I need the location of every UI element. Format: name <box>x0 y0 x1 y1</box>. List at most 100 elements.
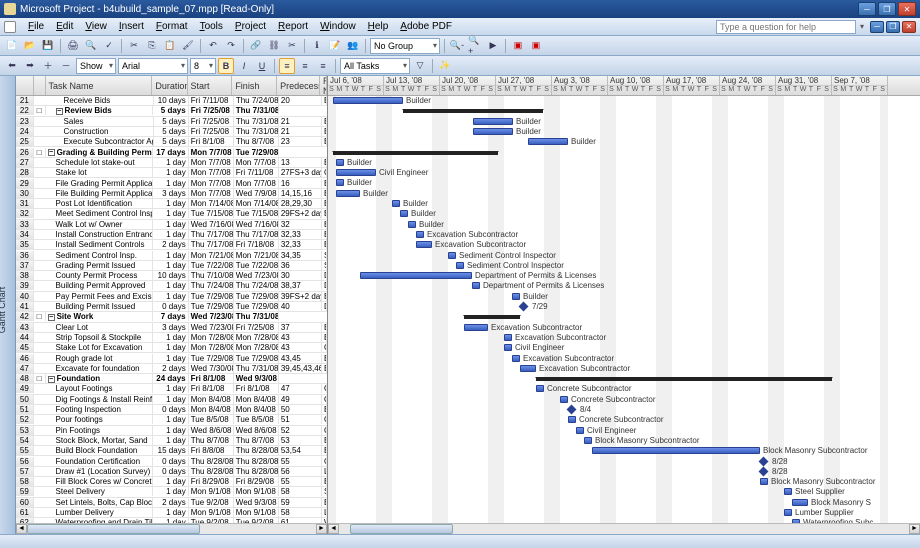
task-bar[interactable] <box>400 210 408 217</box>
summary-bar[interactable] <box>333 151 498 155</box>
menu-tools[interactable]: Tools <box>194 21 229 32</box>
task-bar[interactable] <box>512 293 520 300</box>
table-row[interactable]: 41Building Permit Issued0 daysTue 7/29/0… <box>16 302 327 312</box>
task-bar[interactable] <box>568 416 576 423</box>
pdf-icon[interactable]: ▣ <box>510 38 526 54</box>
col-id[interactable] <box>16 76 34 95</box>
task-bar[interactable] <box>784 488 792 495</box>
table-row[interactable]: 38County Permit Process10 daysThu 7/10/0… <box>16 271 327 281</box>
table-row[interactable]: 31Post Lot Identification1 dayMon 7/14/0… <box>16 199 327 209</box>
col-duration[interactable]: Duration <box>152 76 187 95</box>
task-bar[interactable] <box>472 282 480 289</box>
task-name-cell[interactable]: Footing Inspection <box>46 405 154 414</box>
format-painter-icon[interactable]: 🖌 <box>180 38 196 54</box>
task-bar[interactable] <box>448 252 456 259</box>
col-finish[interactable]: Finish <box>232 76 277 95</box>
table-row[interactable]: 45Stake Lot for Excavation1 dayMon 7/28/… <box>16 343 327 353</box>
table-row[interactable]: 39Building Permit Approved1 dayThu 7/24/… <box>16 281 327 291</box>
task-bar[interactable] <box>473 118 513 125</box>
table-row[interactable]: 50Dig Footings & Install Reinforcing1 da… <box>16 395 327 405</box>
notes-icon[interactable]: 📝 <box>327 38 343 54</box>
cut-icon[interactable]: ✂ <box>126 38 142 54</box>
task-name-cell[interactable]: Stock Block, Mortar, Sand <box>46 436 154 445</box>
task-name-cell[interactable]: Foundation Certification <box>46 457 154 466</box>
zoom-out-icon[interactable]: 🔍- <box>449 38 465 54</box>
preview-icon[interactable]: 🔍 <box>83 38 99 54</box>
gantt-body[interactable]: BuilderBuilderBuilderBuilderBuilderCivil… <box>328 96 920 534</box>
task-name-cell[interactable]: Sales <box>46 117 154 126</box>
task-bar[interactable] <box>336 179 344 186</box>
task-name-cell[interactable]: Clear Lot <box>46 323 154 332</box>
table-row[interactable]: 51Footing Inspection0 daysMon 8/4/08Mon … <box>16 405 327 415</box>
assign-icon[interactable]: 👥 <box>345 38 361 54</box>
table-row[interactable]: 53Pin Footings1 dayWed 8/6/08Wed 8/6/085… <box>16 426 327 436</box>
task-name-cell[interactable]: County Permit Process <box>46 271 154 280</box>
scroll-right-icon[interactable]: ► <box>909 524 920 534</box>
table-row[interactable]: 59Steel Delivery1 dayMon 9/1/08Mon 9/1/0… <box>16 487 327 497</box>
table-row[interactable]: 21Receive Bids10 daysFri 7/11/08Thu 7/24… <box>16 96 327 106</box>
task-name-cell[interactable]: Sediment Control Insp. <box>46 251 154 260</box>
task-name-cell[interactable]: −Review Bids <box>46 106 154 115</box>
task-name-cell[interactable]: Walk Lot w/ Owner <box>46 220 154 229</box>
table-row[interactable]: 54Stock Block, Mortar, Sand1 dayThu 8/7/… <box>16 436 327 446</box>
align-left-button[interactable]: ≡ <box>279 58 295 74</box>
task-bar[interactable] <box>536 385 544 392</box>
scroll-left-icon[interactable]: ◄ <box>16 524 27 534</box>
grid-hscroll[interactable]: ◄ ► <box>16 523 327 534</box>
save-icon[interactable]: 💾 <box>40 38 56 54</box>
task-bar[interactable] <box>560 396 568 403</box>
timescale[interactable]: Jul 6, '08SMTWTFSJul 13, '08SMTWTFSJul 2… <box>328 76 920 96</box>
indent-icon[interactable]: ➡ <box>22 58 38 74</box>
menu-project[interactable]: Project <box>229 21 272 32</box>
table-row[interactable]: 58Fill Block Cores w/ Concrete1 dayFri 8… <box>16 477 327 487</box>
task-name-cell[interactable]: Construction <box>46 127 154 136</box>
col-taskname[interactable]: Task Name <box>46 76 153 95</box>
task-name-cell[interactable]: Excavate for foundation <box>46 364 154 373</box>
hide-sub-icon[interactable]: － <box>58 58 74 74</box>
menu-edit[interactable]: Edit <box>50 21 79 32</box>
table-row[interactable]: 60Set Lintels, Bolts, Cap Block2 daysTue… <box>16 498 327 508</box>
fontsize-dropdown[interactable]: 8 <box>190 58 216 74</box>
autofilter-icon[interactable]: ▽ <box>412 58 428 74</box>
col-start[interactable]: Start <box>188 76 233 95</box>
task-bar[interactable] <box>528 138 568 145</box>
task-name-cell[interactable]: Stake Lot for Excavation <box>46 343 154 352</box>
minimize-button[interactable]: ─ <box>858 2 876 16</box>
table-row[interactable]: 26□−Grading & Building Permits17 daysMon… <box>16 147 327 157</box>
table-row[interactable]: 47Excavate for foundation2 daysWed 7/30/… <box>16 364 327 374</box>
doc-minimize-button[interactable]: ─ <box>870 21 884 33</box>
task-bar[interactable] <box>336 159 344 166</box>
table-row[interactable]: 35Install Sediment Controls2 daysThu 7/1… <box>16 240 327 250</box>
task-bar[interactable] <box>792 499 808 506</box>
menu-help[interactable]: Help <box>362 21 395 32</box>
task-bar[interactable] <box>416 241 432 248</box>
task-name-cell[interactable]: Stake lot <box>46 168 154 177</box>
task-name-cell[interactable]: Layout Footings <box>46 384 154 393</box>
paste-icon[interactable]: 📋 <box>162 38 178 54</box>
task-name-cell[interactable]: Install Sediment Controls <box>46 240 154 249</box>
table-row[interactable]: 43Clear Lot3 daysWed 7/23/08Fri 7/25/083… <box>16 323 327 333</box>
menu-report[interactable]: Report <box>272 21 314 32</box>
new-icon[interactable]: 📄 <box>4 38 20 54</box>
task-name-cell[interactable]: Strip Topsoil & Stockpile <box>46 333 154 342</box>
task-name-cell[interactable]: −Site Work <box>46 312 154 321</box>
show-sub-icon[interactable]: ＋ <box>40 58 56 74</box>
outdent-icon[interactable]: ⬅ <box>4 58 20 74</box>
task-name-cell[interactable]: Install Construction Entrance <box>46 230 154 239</box>
task-bar[interactable] <box>504 344 512 351</box>
col-res[interactable]: Resource Names <box>320 76 327 95</box>
table-row[interactable]: 42□−Site Work7 daysWed 7/23/08Thu 7/31/0… <box>16 312 327 322</box>
info-icon[interactable]: ℹ <box>309 38 325 54</box>
gantt-hscroll[interactable]: ◄ ► <box>328 523 920 534</box>
task-name-cell[interactable]: Fill Block Cores w/ Concrete <box>46 477 154 486</box>
task-bar[interactable] <box>464 324 488 331</box>
task-name-cell[interactable]: Execute Subcontractor Agreeme <box>46 137 154 146</box>
task-name-cell[interactable]: −Foundation <box>46 374 154 383</box>
task-name-cell[interactable]: Lumber Delivery <box>46 508 154 517</box>
task-name-cell[interactable]: Post Lot Identification <box>46 199 154 208</box>
task-name-cell[interactable]: File Building Permit Application <box>46 189 154 198</box>
task-bar[interactable] <box>360 272 472 279</box>
table-row[interactable]: 57Draw #1 (Location Survey)0 daysThu 8/2… <box>16 467 327 477</box>
underline-button[interactable]: U <box>254 58 270 74</box>
table-row[interactable]: 48□−Foundation24 daysFri 8/1/08Wed 9/3/0… <box>16 374 327 384</box>
